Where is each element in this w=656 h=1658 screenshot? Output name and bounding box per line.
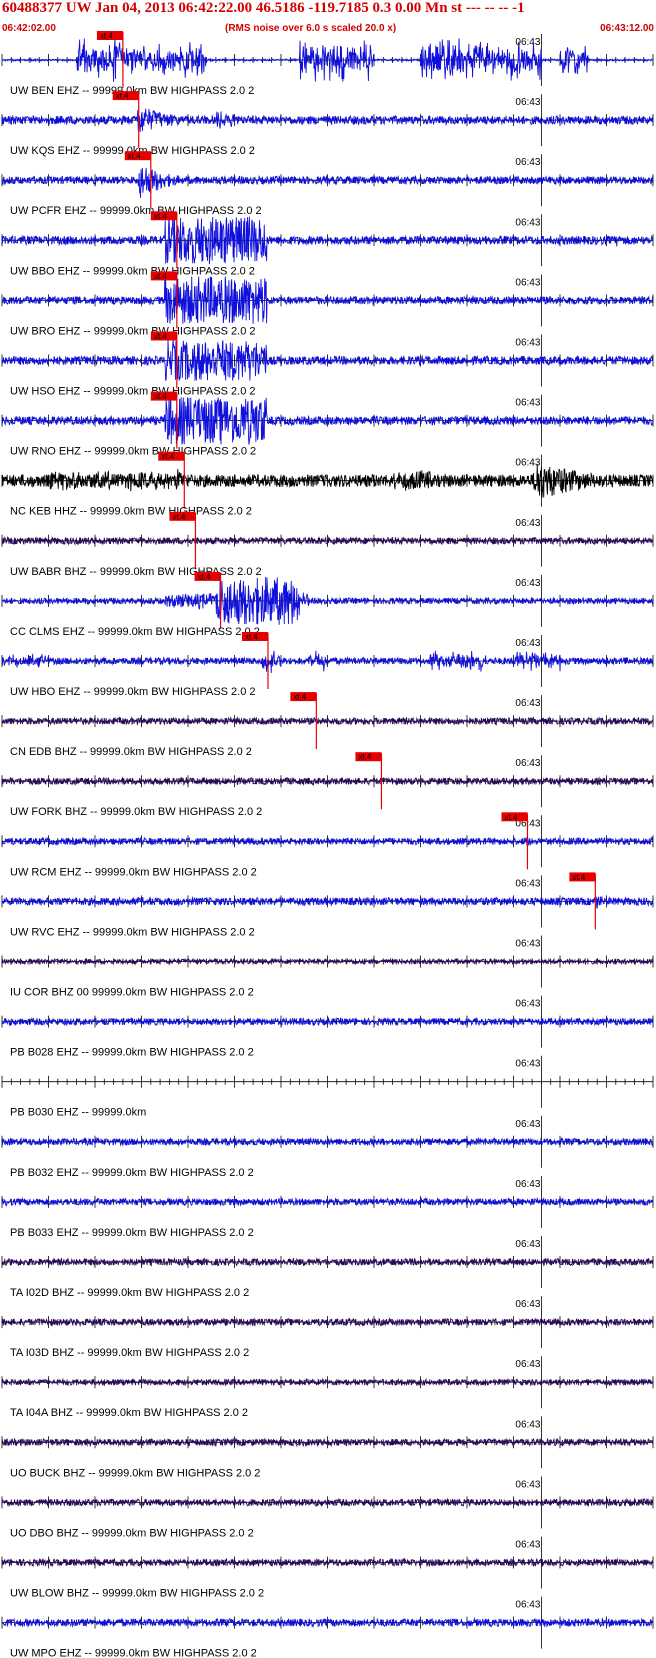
trace-19: 06:43 PB B033 EHZ -- 99999.0km BW HIGHPAS… [1,1175,654,1239]
trace-24: 06:43 UO DBO BHZ -- 99999.0km BW HIGHPASS… [1,1476,654,1539]
minute-tick-label: 06:43 [515,1419,540,1430]
pick-label: xt.4 [154,392,167,401]
station-label: UW BLOW BHZ -- 99999.0km BW HIGHPASS 2.0… [10,1588,264,1600]
station-label: UW MPO EHZ -- 99999.0km BW HIGHPASS 2.0 … [10,1648,257,1658]
waveform [1,577,654,625]
minute-tick-label: 06:43 [515,1540,540,1551]
trace-14: 06:43 xt.4 UW RVC EHZ -- 99999.0km BW HIGH… [1,872,654,938]
minute-tick-label: 06:43 [515,1299,540,1310]
minute-tick-label: 06:43 [515,999,540,1010]
minute-tick-label: 06:43 [515,939,540,950]
station-label: UW RNO EHZ -- 99999.0km BW HIGHPASS 2.0 … [10,446,256,458]
pick-label: xt.4 [100,32,113,41]
minute-tick-label: 06:43 [515,277,540,288]
station-label: TA I02D BHZ -- 99999.0km BW HIGHPASS 2.0… [10,1287,249,1299]
minute-tick-label: 06:43 [515,758,540,769]
minute-tick-label: 06:43 [515,1119,540,1130]
station-label: PB B033 EHZ -- 99999.0km BW HIGHPASS 2.0… [10,1227,254,1239]
trace-4: 06:43 xt.4 UW BRO EHZ -- 99999.0km BW HIGH… [1,271,654,337]
trace-23: 06:43 UO BUCK BHZ -- 99999.0km BW HIGHPAS… [1,1416,654,1479]
trace-2: 06:43 xt.4 UW PCFR EHZ -- 99999.0km BW HIG… [1,151,654,217]
station-label: UW RCM EHZ -- 99999.0km BW HIGHPASS 2.0 … [10,866,257,878]
trace-13: 06:43xt.4UW RCM EHZ -- 99999.0km BW HIGH… [1,812,654,878]
waveform [1,167,654,198]
trace-1: 06:43xt.4UW KQS EHZ -- 99999.0km BW HIGH… [1,91,654,157]
station-label: UW BBO EHZ -- 99999.0km BW HIGHPASS 2.0 … [10,265,255,277]
minute-tick-label: 06:43 [515,1600,540,1611]
minute-tick-label: 06:43 [515,1359,540,1370]
minute-tick-label: 06:43 [515,97,540,108]
station-label: UW HSO EHZ -- 99999.0km BW HIGHPASS 2.0 … [10,386,256,398]
trace-11: 06:43 xt.4 CN EDB BHZ -- 99999.0km BW HIGH… [1,692,654,758]
trace-22: 06:43 TA I04A BHZ -- 99999.0km BW HIGHPAS… [1,1356,654,1419]
trace-8: 06:43xt.4UW BABR BHZ -- 99999.0km BW HIG… [1,511,654,578]
station-label: UW FORK BHZ -- 99999.0km BW HIGHPASS 2.0… [10,806,262,818]
trace-20: 06:43 TA I02D BHZ -- 99999.0km BW HIGHPAS… [1,1236,654,1299]
station-label: UW BRO EHZ -- 99999.0km BW HIGHPASS 2.0 … [10,325,256,337]
minute-tick-label: 06:43 [515,398,540,409]
minute-tick-label: 06:43 [515,157,540,168]
trace-7: 06:43xt.4NC KEB HHZ -- 99999.0km BW HIGH… [1,451,654,518]
minute-tick-label: 06:43 [515,638,540,649]
pick-label: xt.4 [161,452,174,461]
waveform [1,276,654,324]
pick-label: xt.4 [172,512,185,521]
trace-21: 06:43 TA I03D BHZ -- 99999.0km BW HIGHPAS… [1,1296,654,1359]
trace-16: 06:43 PB B028 EHZ -- 99999.0km BW HIGHPAS… [1,995,654,1059]
station-label: UO DBO BHZ -- 99999.0km BW HIGHPASS 2.0 … [10,1527,254,1539]
station-label: NC KEB HHZ -- 99999.0km BW HIGHPASS 2.0 … [10,506,252,518]
pick-label: xt.4 [198,572,211,581]
pick-label: xt.4 [116,92,129,101]
minute-tick-label: 06:43 [515,1059,540,1070]
minute-tick-label: 06:43 [515,1239,540,1250]
pick-label: xt.4 [504,813,517,822]
trace-10: 06:43 xt.4 UW HBO EHZ -- 99999.0km BW HIGH… [1,632,654,698]
waveform [1,1557,654,1568]
minute-tick-label: 06:43 [515,518,540,529]
trace-15: 06:43 IU COR BHZ 00 99999.0km BW HIGHPASS… [1,935,654,999]
station-label: TA I03D BHZ -- 99999.0km BW HIGHPASS 2.0… [10,1347,249,1359]
pick-label: xt.4 [245,633,258,642]
station-label: UW PCFR EHZ -- 99999.0km BW HIGHPASS 2.0… [10,205,262,217]
station-label: UW RVC EHZ -- 99999.0km BW HIGHPASS 2.0 … [10,926,255,938]
station-label: PB B032 EHZ -- 99999.0km BW HIGHPASS 2.0… [10,1167,254,1179]
station-label: UO BUCK BHZ -- 99999.0km BW HIGHPASS 2.0… [10,1467,260,1479]
waveform [1,108,654,133]
minute-tick-label: 06:43 [515,1179,540,1190]
trace-18: 06:43 PB B032 EHZ -- 99999.0km BW HIGHPAS… [1,1115,654,1179]
station-label: PB B030 EHZ -- 99999.0km [10,1107,146,1119]
trace-5: 06:43xt.4UW HSO EHZ -- 99999.0km BW HIGH… [1,331,654,398]
station-label: CC CLMS EHZ -- 99999.0km BW HIGHPASS 2.0… [10,626,260,638]
trace-3: 06:43 xt.4 UW BBO EHZ -- 99999.0km BW HIGH… [1,211,654,277]
minute-tick-label: 06:43 [515,1479,540,1490]
station-label: PB B028 EHZ -- 99999.0km BW HIGHPASS 2.0… [10,1047,254,1059]
pick-label: xt.4 [128,152,141,161]
station-label: CN EDB BHZ -- 99999.0km BW HIGHPASS 2.0 … [10,746,252,758]
trace-25: 06:43 UW BLOW BHZ -- 99999.0km BW HIGHPAS… [1,1536,654,1600]
trace-17: 06:43 PB B030 EHZ -- 99999.0km [1,1055,654,1119]
pick-label: xt.4 [293,693,306,702]
pick-label: xt.4 [358,753,371,762]
minute-tick-label: 06:43 [515,338,540,349]
pick-label: xt.4 [572,873,585,882]
trace-6: 06:43xt.4UW RNO EHZ -- 99999.0km BW HIGH… [1,391,654,458]
minute-tick-label: 06:43 [515,878,540,889]
pick-label: xt.4 [154,272,167,281]
minute-tick-label: 06:43 [515,578,540,589]
minute-tick-label: 06:43 [515,698,540,709]
trace-12: 06:43 xt.4 UW FORK BHZ -- 99999.0km BW HIG… [1,752,654,818]
seismogram-plot: 06:43xt.4UW BEN EHZ -- 99999.0km BW HIGH… [1,31,654,1658]
station-label: UW HBO EHZ -- 99999.0km BW HIGHPASS 2.0 … [10,686,256,698]
minute-tick-label: 06:43 [515,217,540,228]
trace-26: 06:43 UW MPO EHZ -- 99999.0km BW HIGHPASS… [1,1596,654,1658]
trace-0: 06:43xt.4UW BEN EHZ -- 99999.0km BW HIGH… [1,31,654,97]
station-label: UW BABR BHZ -- 99999.0km BW HIGHPASS 2.0… [10,566,262,578]
station-label: IU COR BHZ 00 99999.0km BW HIGHPASS 2.0 … [10,987,254,999]
trace-9: 06:43 xt.4 CC CLMS EHZ -- 99999.0km BW HIG… [1,571,654,638]
pick-label: xt.4 [154,332,167,341]
station-label: TA I04A BHZ -- 99999.0km BW HIGHPASS 2.0… [10,1407,248,1419]
pick-label: xt.4 [154,212,167,221]
